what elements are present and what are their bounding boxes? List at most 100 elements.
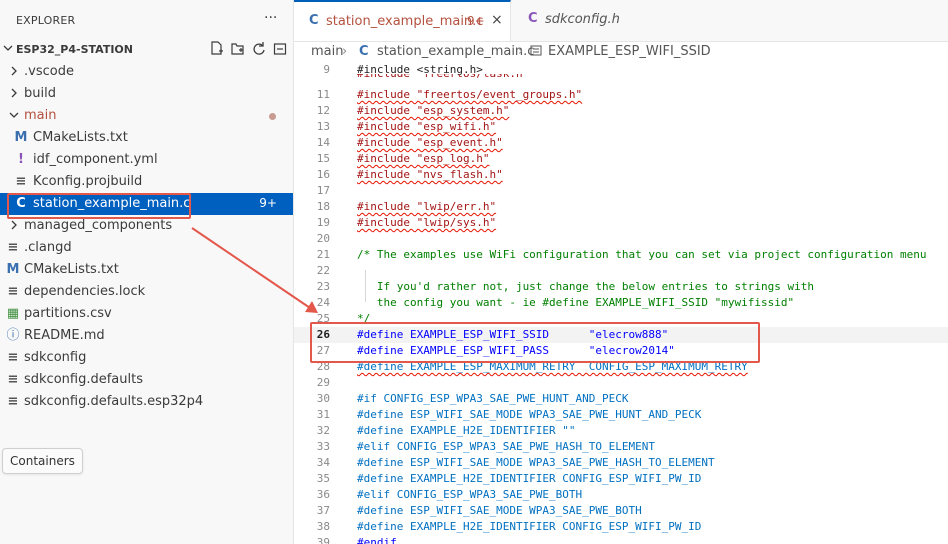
code-line: 11 #include "freertos/event_groups.h" [316, 88, 583, 101]
tab-label: station_example_main.c [326, 14, 484, 29]
code-text: #elif CONFIG_ESP_WPA3_SAE_PWE_HASH_TO_EL… [357, 440, 656, 453]
code-line: 18 #include "lwip/err.h" [316, 200, 497, 213]
collapse-all-icon[interactable] [273, 41, 287, 57]
code-text: #define EXAMPLE_H2E_IDENTIFIER CONFIG_ES… [357, 472, 702, 485]
code-line: 34 #define ESP_WIFI_SAE_MODE WPA3_SAE_PWE… [316, 456, 715, 469]
folder-build[interactable]: build [0, 83, 293, 105]
code-line: 24 the config you want - ie #define EXAM… [316, 296, 795, 309]
explorer-title: EXPLORER [16, 14, 76, 27]
close-icon[interactable]: × [491, 12, 503, 28]
editor-tabs: C station_example_main.c 9+ × C sdkconfi… [294, 0, 948, 42]
file-sdkconfig-defaults[interactable]: ≡ sdkconfig.defaults [0, 369, 293, 391]
text-file-icon: ≡ [7, 284, 19, 299]
code-text: #elif CONFIG_ESP_WPA3_SAE_PWE_BOTH [357, 488, 583, 501]
file-dependencies-lock[interactable]: ≡ dependencies.lock [0, 281, 293, 303]
info-icon: ⓘ [6, 328, 20, 343]
code-line: 20 [316, 232, 330, 245]
breadcrumb-file[interactable]: station_example_main.c [377, 44, 534, 59]
code-text: #include "lwip/err.h" [357, 200, 497, 213]
refresh-icon[interactable] [252, 41, 266, 57]
table-icon: ▦ [6, 306, 20, 321]
containers-tooltip-button[interactable]: Containers [2, 448, 83, 474]
code-text: If you'd rather not, just change the bel… [357, 280, 814, 293]
tree-item-label: idf_component.yml [33, 152, 158, 167]
c-file-icon: C [309, 13, 319, 28]
breadcrumb-folder[interactable]: main [311, 44, 343, 59]
code-line: 31 #define ESP_WIFI_SAE_MODE WPA3_SAE_PWE… [316, 408, 702, 421]
code-text: #define ESP_WIFI_SAE_MODE WPA3_SAE_PWE_B… [357, 504, 642, 517]
tree-item-label: sdkconfig.defaults [24, 372, 143, 387]
code-line: 12 #include "esp_system.h" [316, 104, 510, 117]
breadcrumb-separator-icon: › [518, 44, 524, 59]
c-file-icon: C [359, 44, 369, 59]
c-header-icon: C [528, 11, 538, 26]
project-folder-row[interactable]: ESP32_P4-STATION [0, 39, 293, 61]
code-text: #if CONFIG_ESP_WPA3_SAE_PWE_HUNT_AND_PEC… [357, 392, 629, 405]
code-line: 37 #define ESP_WIFI_SAE_MODE WPA3_SAE_PWE… [316, 504, 642, 517]
code-text: #define EXAMPLE_H2E_IDENTIFIER CONFIG_ES… [357, 520, 702, 533]
code-text: #include "freertos/task.h" [357, 74, 529, 82]
file-sdkconfig-defaults-esp32p4[interactable]: ≡ sdkconfig.defaults.esp32p4 [0, 391, 293, 413]
folder-vscode[interactable]: .vscode [0, 61, 293, 83]
code-line: 32 #define EXAMPLE_H2E_IDENTIFIER "" [316, 424, 576, 437]
tab-station-example-main-c[interactable]: C station_example_main.c 9+ × [294, 0, 511, 41]
tree-item-label: sdkconfig.defaults.esp32p4 [24, 394, 204, 409]
code-text: #define EXAMPLE_H2E_IDENTIFIER "" [357, 424, 576, 437]
file-readme-md[interactable]: ⓘ README.md [0, 325, 293, 347]
breadcrumb: main › C station_example_main.c › EXAMPL… [294, 42, 948, 62]
code-line: #include "freertos/task.h" [294, 74, 948, 82]
code-text: #include "nvs_flash.h" [357, 168, 503, 181]
tree-item-label: build [24, 86, 56, 101]
code-line: 39 #endif [294, 535, 948, 544]
tree-item-label: Kconfig.projbuild [33, 174, 143, 189]
file-idf-component-yml[interactable]: ! idf_component.yml [0, 149, 293, 171]
code-line: 21/* The examples use WiFi configuration… [316, 248, 927, 261]
code-text: #include "esp_log.h" [357, 152, 490, 165]
code-text: #include "esp_wifi.h" [357, 120, 497, 133]
breadcrumb-separator-icon: › [342, 44, 348, 59]
chevron-right-icon [11, 66, 17, 76]
symbol-constant-icon [530, 44, 543, 61]
more-actions-icon[interactable]: ··· [264, 10, 277, 26]
tab-sdkconfig-h[interactable]: C sdkconfig.h [512, 0, 632, 41]
code-text: /* The examples use WiFi configuration t… [357, 248, 927, 261]
text-file-icon: ≡ [15, 174, 27, 189]
cmake-icon: M [14, 130, 28, 145]
code-line: 19 #include "lwip/sys.h" [316, 216, 497, 229]
tree-item-label: CMakeLists.txt [24, 262, 119, 277]
project-name: ESP32_P4-STATION [16, 43, 133, 56]
file-kconfig-projbuild[interactable]: ≡ Kconfig.projbuild [0, 171, 293, 193]
code-text: #define ESP_WIFI_SAE_MODE WPA3_SAE_PWE_H… [357, 408, 702, 421]
file-sdkconfig[interactable]: ≡ sdkconfig [0, 347, 293, 369]
code-text: #define ESP_WIFI_SAE_MODE WPA3_SAE_PWE_H… [357, 456, 715, 469]
code-editor[interactable]: 9#include <string.h> #include "freertos/… [294, 62, 948, 544]
file-clangd[interactable]: ≡ .clangd [0, 237, 293, 259]
tree-item-label: dependencies.lock [24, 284, 146, 299]
code-line: 35 #define EXAMPLE_H2E_IDENTIFIER CONFIG_… [316, 472, 702, 485]
code-line: 22 [316, 264, 330, 277]
text-file-icon: ≡ [7, 240, 19, 255]
file-cmakelists-main[interactable]: M CMakeLists.txt [0, 127, 293, 149]
code-line: 36 #elif CONFIG_ESP_WPA3_SAE_PWE_BOTH [316, 488, 583, 501]
breadcrumb-symbol[interactable]: EXAMPLE_ESP_WIFI_SSID [548, 44, 711, 59]
text-file-icon: ≡ [7, 372, 19, 387]
file-cmakelists-root[interactable]: M CMakeLists.txt [0, 259, 293, 281]
file-partitions-csv[interactable]: ▦ partitions.csv [0, 303, 293, 325]
folder-main[interactable]: main [0, 105, 293, 127]
code-text: #include "lwip/sys.h" [357, 216, 497, 229]
problems-badge: 9+ [259, 196, 277, 210]
tree-item-label: main [24, 108, 57, 123]
yaml-icon: ! [18, 152, 24, 167]
new-file-icon[interactable] [210, 41, 224, 57]
code-line: 14 #include "esp_event.h" [316, 136, 503, 149]
tree-item-label: README.md [24, 328, 105, 343]
chevron-right-icon [11, 220, 17, 230]
new-folder-icon[interactable] [231, 41, 245, 57]
code-line: 38 #define EXAMPLE_H2E_IDENTIFIER CONFIG_… [316, 520, 702, 533]
chevron-down-icon [3, 45, 13, 51]
modified-dot-icon [269, 113, 276, 120]
text-file-icon: ≡ [7, 394, 19, 409]
tab-problem-count: 9+ [467, 14, 485, 28]
annotation-box-file [7, 193, 191, 219]
code-line: 17 [316, 184, 330, 197]
